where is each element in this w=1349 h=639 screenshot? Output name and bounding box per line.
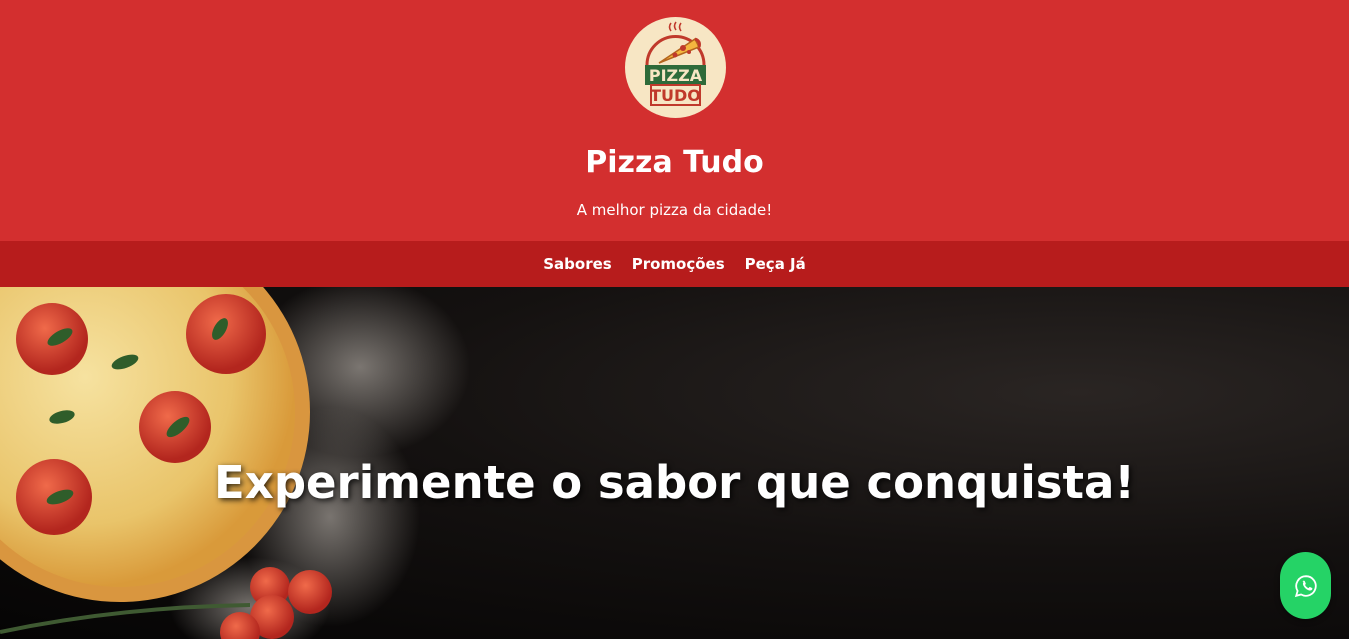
site-tagline: A melhor pizza da cidade! <box>576 201 773 219</box>
nav-link-peca-ja[interactable]: Peça Já <box>745 254 806 274</box>
logo-graphic: PIZZA TUDO <box>625 17 726 118</box>
whatsapp-icon <box>1294 574 1317 597</box>
whatsapp-button[interactable] <box>1280 552 1331 619</box>
hero-headline: Experimente o sabor que conquista! <box>214 456 1135 509</box>
nav-link-sabores[interactable]: Sabores <box>543 254 611 274</box>
logo-text-bottom: TUDO <box>650 86 701 105</box>
pizza-tudo-logo[interactable]: PIZZA TUDO <box>625 17 726 118</box>
hero-banner: Experimente o sabor que conquista! <box>0 287 1349 639</box>
site-header: PIZZA TUDO Pizza Tudo A melhor pizza da … <box>0 0 1349 241</box>
logo-text-top: PIZZA <box>649 66 703 85</box>
main-nav: Sabores Promoções Peça Já <box>0 241 1349 287</box>
site-title: Pizza Tudo <box>585 145 764 180</box>
nav-link-promocoes[interactable]: Promoções <box>632 254 725 274</box>
